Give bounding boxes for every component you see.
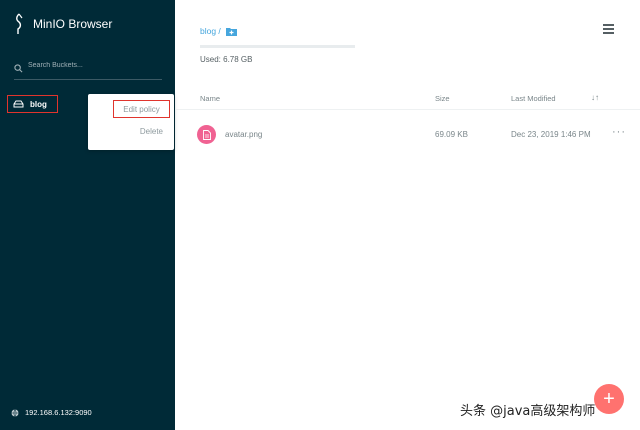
delete-menu-item[interactable]: Delete [140,127,163,136]
file-size: 69.09 KB [435,130,468,139]
file-name[interactable]: avatar.png [225,130,262,139]
table-row[interactable]: avatar.png 69.09 KB Dec 23, 2019 1:46 PM… [175,120,640,150]
minio-logo-icon [16,13,23,34]
file-modified: Dec 23, 2019 1:46 PM [511,130,591,139]
add-button[interactable]: + [594,384,624,414]
host-address: 192.168.6.132:9090 [25,408,92,417]
search-input[interactable] [28,62,153,69]
image-file-icon [197,125,216,144]
watermark: 头条 @java高级架构师 [460,404,596,419]
bucket-label: blog [30,99,47,109]
column-header-size[interactable]: Size [435,94,450,103]
breadcrumb: blog / [200,26,237,36]
menu-icon[interactable] [603,24,614,34]
sidebar: MinIO Browser blog 192.168.6.132:9090 [0,0,175,430]
sidebar-item-blog[interactable]: blog [7,95,58,113]
usage-bar [200,45,355,48]
bucket-context-menu: Edit policy Delete [88,94,174,150]
search-icon [14,64,23,73]
app-title: MinIO Browser [33,17,113,31]
app-logo: MinIO Browser [13,13,112,35]
more-actions-icon[interactable]: ··· [612,126,626,138]
column-header-modified[interactable]: Last Modified [511,94,556,103]
column-header-name[interactable]: Name [200,94,220,103]
folder-add-icon[interactable] [225,27,237,36]
header-divider [175,109,640,110]
usage-label: Used: 6.78 GB [200,55,253,64]
host-info: 192.168.6.132:9090 [11,408,92,417]
sort-icon[interactable]: ↓↑ [591,93,599,102]
edit-policy-menu-item[interactable]: Edit policy [113,100,170,118]
bucket-search[interactable] [14,62,162,80]
hard-drive-icon [13,100,24,108]
globe-icon [11,408,19,417]
breadcrumb-path[interactable]: blog / [200,26,221,36]
